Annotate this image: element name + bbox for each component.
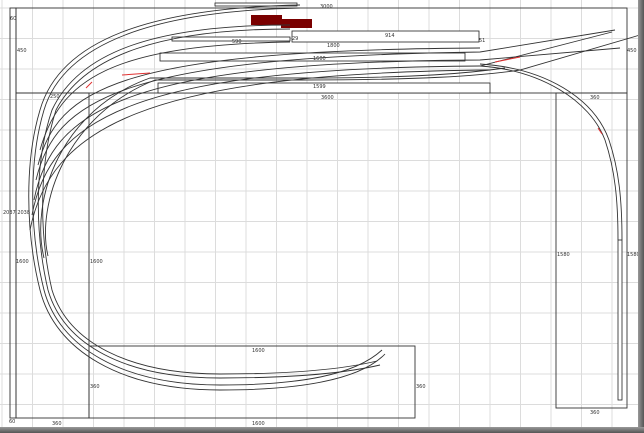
- dim-label: 450: [17, 48, 27, 54]
- dim-label: 3600: [321, 95, 334, 101]
- building: [251, 15, 282, 25]
- dim-label: 1600: [16, 259, 29, 265]
- grid: [0, 0, 638, 427]
- window-frame-bottom: [0, 427, 644, 433]
- dim-label: 360: [590, 95, 600, 101]
- left-board: [15, 92, 90, 419]
- window-frame-right: [638, 0, 644, 433]
- dim-label: 3000: [320, 4, 333, 10]
- track: [40, 67, 506, 259]
- track: [29, 69, 491, 231]
- layout-plan-canvas[interactable]: 60 450 3000 590 914 1800 1600 1599 3600 …: [0, 0, 644, 433]
- dim-label: 590: [232, 39, 242, 45]
- track: [37, 47, 481, 166]
- dim-label: 60: [10, 16, 16, 22]
- dim-label: 60: [9, 419, 15, 425]
- dim-label: 250: [50, 94, 60, 100]
- track: [35, 29, 616, 181]
- buildings: [251, 15, 312, 28]
- dim-label: 450: [627, 48, 637, 54]
- dim-label: 360: [590, 410, 600, 416]
- dim-label: 1600: [90, 259, 103, 265]
- dim-label: 1580: [557, 252, 570, 258]
- dim-label: 51: [479, 38, 485, 44]
- dim-label: 914: [385, 33, 395, 39]
- dim-label: 1800: [327, 43, 340, 49]
- dim-label: 1599: [313, 84, 326, 90]
- dim-label: 360: [416, 384, 426, 390]
- selected-track-piece[interactable]: [85, 81, 93, 89]
- dim-label: 360: [90, 384, 100, 390]
- right-board: [555, 92, 628, 409]
- platforms: [157, 2, 623, 401]
- tracks: [28, 4, 641, 391]
- dim-label: 1600: [252, 348, 265, 354]
- dim-label: 29: [292, 36, 298, 42]
- track: [42, 28, 291, 375]
- track: [479, 65, 619, 241]
- bottom-board: [88, 345, 416, 419]
- dim-label: 2037 2038: [3, 210, 30, 216]
- platform: [617, 239, 623, 401]
- dimension-labels: 60 450 3000 590 914 1800 1600 1599 3600 …: [3, 4, 640, 427]
- dim-label: 1600: [313, 56, 326, 62]
- platform: [171, 36, 291, 42]
- building: [281, 19, 312, 28]
